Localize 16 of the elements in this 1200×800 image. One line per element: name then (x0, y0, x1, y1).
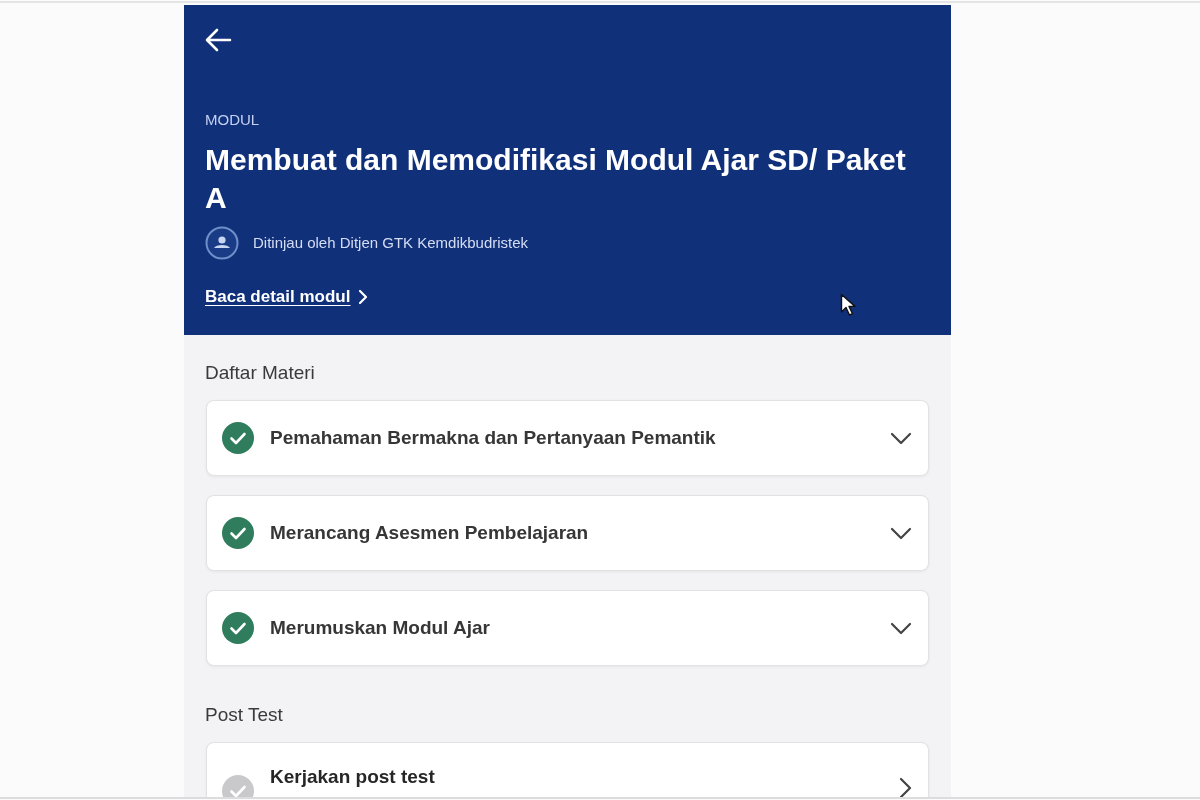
arrow-left-icon (205, 27, 233, 53)
mouse-cursor-icon (840, 293, 857, 317)
section-heading: Post Test (205, 703, 284, 727)
section-heading: Daftar Materi (205, 361, 316, 385)
material-accordion[interactable]: Pemahaman Bermakna dan Pertanyaan Pemantik (206, 400, 929, 476)
post-test-item[interactable]: Kerjakan post test (206, 742, 929, 797)
module-title: Membuat dan Memodifikasi Modul Ajar SD/ Paket A (205, 142, 907, 216)
chevron-right-icon (358, 289, 369, 305)
detail-link[interactable]: Baca detail modul (205, 285, 369, 309)
module-label: MODUL (205, 110, 261, 130)
material-accordion[interactable]: Merumuskan Modul Ajar (206, 590, 929, 666)
user-circle-icon (205, 226, 239, 260)
material-accordion[interactable]: Merancang Asesmen Pembelajaran (206, 495, 929, 571)
chevron-right-icon (899, 777, 912, 797)
reviewer-text: Ditinjau oleh Ditjen GTK Kemdikbudristek (253, 232, 529, 253)
back-button[interactable] (205, 27, 233, 53)
